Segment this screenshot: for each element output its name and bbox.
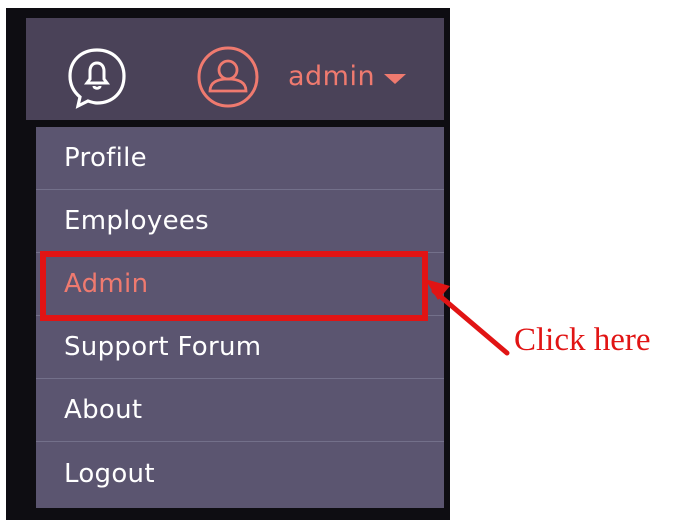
click-here-annotation: Click here bbox=[514, 322, 651, 358]
user-avatar-icon[interactable] bbox=[180, 45, 276, 109]
caret-down-icon bbox=[384, 73, 407, 84]
menu-item-support-forum[interactable]: Support Forum bbox=[36, 316, 444, 379]
user-menu-toggle[interactable]: admin bbox=[288, 61, 407, 92]
username-label: admin bbox=[288, 61, 376, 92]
menu-item-about[interactable]: About bbox=[36, 379, 444, 442]
admin-highlight-box bbox=[40, 251, 428, 321]
menu-item-employees[interactable]: Employees bbox=[36, 190, 444, 253]
notification-bell-icon[interactable] bbox=[65, 45, 129, 109]
menu-item-profile[interactable]: Profile bbox=[36, 127, 444, 190]
menu-item-logout[interactable]: Logout bbox=[36, 442, 444, 505]
